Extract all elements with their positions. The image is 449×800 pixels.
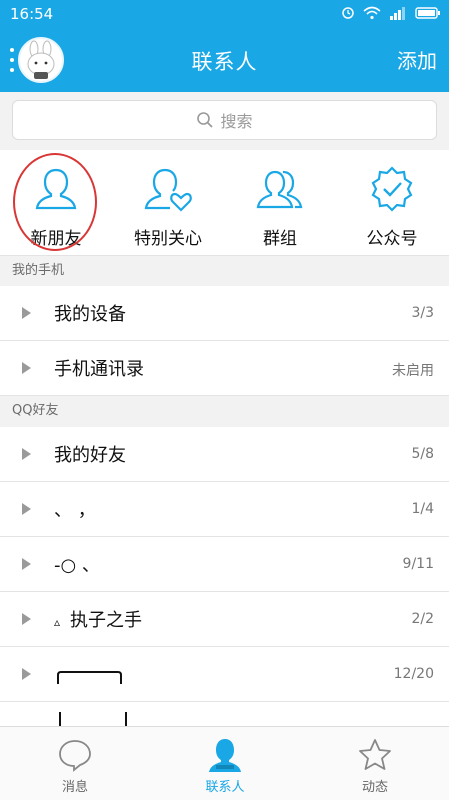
list-item-phone-contacts[interactable]: 手机通讯录 未启用 (0, 341, 449, 396)
search-area: 搜索 (0, 92, 449, 150)
quick-label: 特别关心 (134, 229, 202, 249)
group-count: 未启用 (392, 363, 434, 379)
list-item-partial[interactable] (0, 702, 449, 726)
expand-arrow-icon (22, 558, 31, 570)
verified-badge-icon (371, 166, 413, 212)
nav-tab-moments[interactable]: 动态 (300, 727, 449, 800)
expand-arrow-icon (22, 613, 31, 625)
group-count: 2/2 (411, 611, 434, 627)
quick-groups[interactable]: 群组 (224, 150, 336, 256)
group-name: -○ 、 (54, 555, 100, 576)
expand-arrow-icon (22, 668, 31, 680)
list-item-group[interactable]: 、 ， 1/4 (0, 482, 449, 537)
signal-icon (390, 7, 405, 20)
nav-label: 动态 (361, 780, 388, 795)
search-input[interactable]: 搜索 (12, 100, 437, 140)
group-prefix: ▵ (54, 615, 61, 629)
list-item-group[interactable]: -○ 、 9/11 (0, 537, 449, 592)
search-placeholder: 搜索 (220, 112, 253, 131)
wifi-icon (363, 6, 381, 20)
battery-icon (415, 7, 440, 19)
contacts-icon (209, 739, 241, 772)
list-item-my-friends[interactable]: 我的好友 5/8 (0, 427, 449, 482)
partial-row-symbol (59, 712, 127, 726)
group-count: 5/8 (411, 446, 434, 462)
group-name: 我的好友 (54, 445, 126, 466)
expand-arrow-icon (22, 307, 31, 319)
group-name-symbol (57, 671, 122, 684)
group-count: 3/3 (411, 305, 434, 321)
alarm-icon (342, 7, 354, 19)
group-name-with-prefix: ▵ 执子之手 (54, 606, 142, 632)
expand-arrow-icon (22, 362, 31, 374)
expand-arrow-icon (22, 448, 31, 460)
group-count: 9/11 (402, 556, 434, 572)
section-header-qq-friends: QQ好友 (0, 396, 449, 426)
group-icon (256, 170, 303, 209)
bottom-nav: 消息 联系人 动态 (0, 726, 449, 800)
quick-special-care[interactable]: 特别关心 (112, 150, 224, 256)
expand-arrow-icon (22, 503, 31, 515)
nav-label: 联系人 (205, 780, 245, 795)
group-name: 手机通讯录 (54, 359, 144, 380)
nav-label: 消息 (61, 780, 88, 795)
search-icon (197, 112, 214, 128)
group-count: 1/4 (411, 501, 434, 517)
nav-tab-messages[interactable]: 消息 (0, 727, 150, 800)
quick-label: 公众号 (366, 229, 418, 249)
page-title: 联系人 (191, 50, 258, 74)
person-heart-icon (144, 168, 192, 212)
group-name: 我的设备 (54, 304, 126, 325)
list-item-group[interactable]: ▵ 执子之手 2/2 (0, 592, 449, 647)
group-name: 、 ， (54, 500, 96, 521)
section-header-my-phone: 我的手机 (0, 256, 449, 286)
quick-label: 群组 (263, 229, 297, 249)
list-item-my-devices[interactable]: 我的设备 3/3 (0, 286, 449, 341)
group-name: 执子之手 (70, 610, 143, 631)
star-icon (359, 739, 391, 770)
title-bar: 联系人 添加 (0, 28, 449, 92)
status-time: 16:54 (10, 5, 54, 23)
add-button[interactable]: 添加 (397, 45, 437, 74)
highlight-annotation (13, 153, 97, 251)
chat-bubble-icon (59, 740, 91, 772)
quick-official-accounts[interactable]: 公众号 (336, 150, 448, 256)
nav-tab-contacts[interactable]: 联系人 (150, 727, 300, 800)
status-bar: 16:54 (0, 0, 449, 28)
list-item-group[interactable]: 12/20 (0, 647, 449, 702)
group-count: 12/20 (393, 666, 434, 682)
